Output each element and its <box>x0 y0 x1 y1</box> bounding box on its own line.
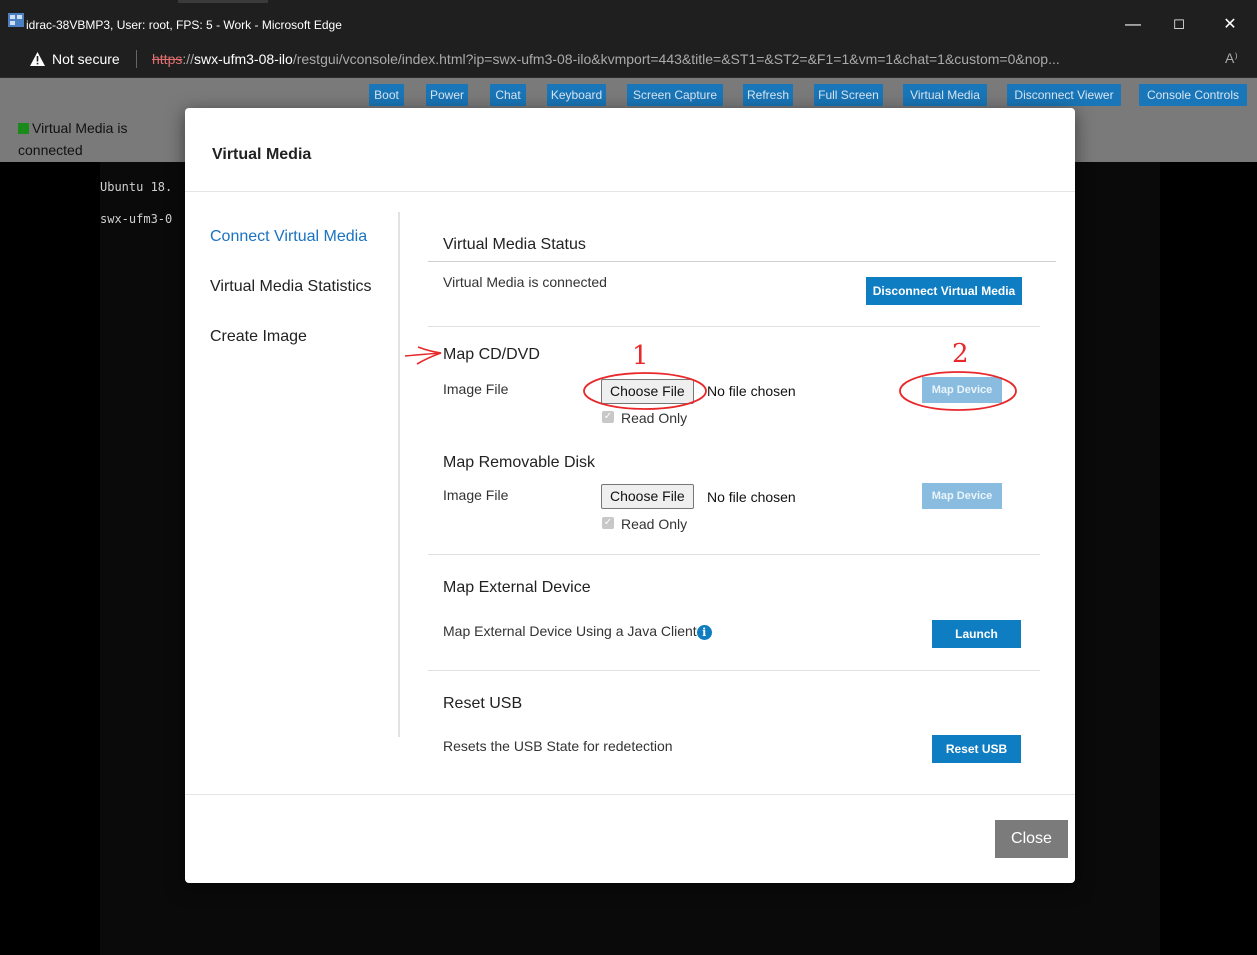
vm-status-line2: connected <box>18 142 83 158</box>
close-window-button[interactable]: ✕ <box>1207 10 1253 40</box>
launch-button[interactable]: Launch <box>932 620 1021 648</box>
cd-choose-file-button[interactable]: Choose File <box>601 379 694 404</box>
vm-status-title: Virtual Media Status <box>443 236 586 253</box>
map-cd-dvd-title: Map CD/DVD <box>443 346 540 363</box>
dialog-footer-divider <box>185 794 1075 795</box>
divider <box>428 326 1040 327</box>
chat-button[interactable]: Chat <box>490 84 526 106</box>
vm-status-line1: Virtual Media is <box>32 120 128 136</box>
disconnect-virtual-media-button[interactable]: Disconnect Virtual Media <box>866 277 1022 305</box>
keyboard-button[interactable]: Keyboard <box>547 84 606 106</box>
url-path: /restgui/vconsole/index.html?ip=swx-ufm3… <box>292 51 1060 67</box>
app-icon <box>8 13 24 27</box>
refresh-button[interactable]: Refresh <box>743 84 793 106</box>
read-aloud-icon[interactable]: A⁾ <box>1225 50 1238 67</box>
external-device-text: Map External Device Using a Java Client i <box>443 623 712 640</box>
full-screen-button[interactable]: Full Screen <box>814 84 883 106</box>
info-icon[interactable]: i <box>696 625 712 640</box>
cd-no-file-text: No file chosen <box>707 383 796 399</box>
external-device-label: Map External Device Using a Java Client <box>443 623 697 639</box>
address-separator <box>136 50 137 68</box>
not-secure-label[interactable]: Not secure <box>52 51 120 67</box>
dialog-title: Virtual Media <box>212 146 312 163</box>
dialog-header: Virtual Media <box>185 108 1075 192</box>
removable-no-file-text: No file chosen <box>707 489 796 505</box>
url-host: swx-ufm3-08-ilo <box>194 51 293 67</box>
nav-create-image[interactable]: Create Image <box>210 328 307 346</box>
cd-read-only-checkbox[interactable]: ✓ <box>602 411 614 423</box>
disconnect-viewer-button[interactable]: Disconnect Viewer <box>1007 84 1121 106</box>
map-removable-disk-title: Map Removable Disk <box>443 454 596 471</box>
removable-choose-file-button[interactable]: Choose File <box>601 484 694 509</box>
cd-read-only-label: Read Only <box>621 410 688 426</box>
reset-usb-button[interactable]: Reset USB <box>932 735 1021 763</box>
divider <box>428 554 1040 555</box>
console-controls-button[interactable]: Console Controls <box>1139 84 1247 106</box>
vm-connected-status: Virtual Media is connected <box>18 117 178 161</box>
terminal-line: swx-ufm3-0 <box>100 212 173 226</box>
cd-map-device-button[interactable]: Map Device <box>922 377 1002 403</box>
virtual-media-button[interactable]: Virtual Media <box>903 84 987 106</box>
vm-status-text: Virtual Media is connected <box>443 274 607 290</box>
close-button[interactable]: Close <box>995 820 1068 858</box>
power-button[interactable]: Power <box>426 84 468 106</box>
nav-virtual-media-statistics[interactable]: Virtual Media Statistics <box>210 278 372 296</box>
reset-usb-title: Reset USB <box>443 695 523 712</box>
terminal-line: Ubuntu 18. <box>100 180 173 194</box>
virtual-media-dialog: Virtual Media Connect Virtual Media Virt… <box>185 108 1075 883</box>
reset-usb-text: Resets the USB State for redetection <box>443 738 673 754</box>
boot-button[interactable]: Boot <box>369 84 404 106</box>
url-scheme-separator: :// <box>182 51 195 67</box>
warning-icon <box>30 52 45 66</box>
nav-connect-virtual-media[interactable]: Connect Virtual Media <box>210 228 367 246</box>
removable-read-only-label: Read Only <box>621 516 688 532</box>
removable-image-file-label: Image File <box>443 487 509 503</box>
map-external-device-title: Map External Device <box>443 579 591 596</box>
url-field[interactable]: https://swx-ufm3-08-ilo/restgui/vconsole… <box>152 51 1217 67</box>
removable-read-only-checkbox[interactable]: ✓ <box>602 517 614 529</box>
screen-capture-button[interactable]: Screen Capture <box>627 84 723 106</box>
divider <box>428 670 1040 671</box>
window-title: idrac-38VBMP3, User: root, FPS: 5 - Work… <box>26 18 342 32</box>
maximize-button[interactable]: ☐ <box>1156 10 1202 40</box>
status-square-icon <box>18 123 29 134</box>
dialog-sidebar: Connect Virtual Media Virtual Media Stat… <box>185 212 400 737</box>
cd-image-file-label: Image File <box>443 381 509 397</box>
divider <box>428 261 1056 262</box>
tab-accent <box>178 0 268 3</box>
removable-map-device-button[interactable]: Map Device <box>922 483 1002 509</box>
address-bar[interactable]: Not secure https://swx-ufm3-08-ilo/restg… <box>0 40 1257 78</box>
minimize-button[interactable]: — <box>1110 10 1156 40</box>
browser-title-bar: idrac-38VBMP3, User: root, FPS: 5 - Work… <box>0 0 1257 40</box>
url-scheme: https <box>152 51 183 67</box>
